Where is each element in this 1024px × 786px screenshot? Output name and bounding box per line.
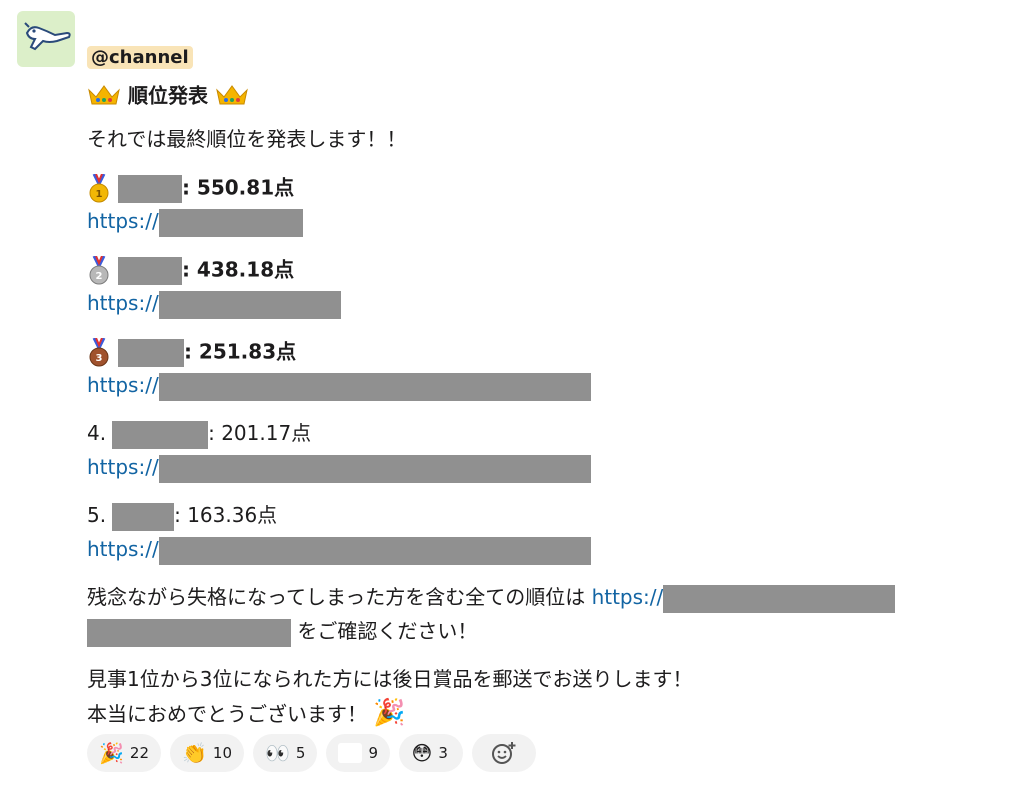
result-link[interactable]: https:// bbox=[87, 208, 303, 237]
score-text: : 438.18点 bbox=[181, 257, 295, 282]
redacted-url bbox=[87, 618, 291, 647]
rank-row: 2 : 438.18点 bbox=[87, 255, 295, 286]
notice-line: 残念ながら失格になってしまった方を含む全ての順位は https:// bbox=[87, 584, 896, 613]
reaction-count: 3 bbox=[438, 744, 448, 762]
reaction-custom[interactable]: 9 bbox=[326, 734, 391, 772]
score-text: : 201.17点 bbox=[208, 421, 312, 445]
reaction-bar: 🎉 22 👏 10 👀 5 9 😳 3 bbox=[87, 734, 537, 772]
bronze-medal-icon: 3 bbox=[87, 337, 111, 368]
redacted-name bbox=[117, 175, 182, 203]
rank-number: 5. bbox=[87, 503, 107, 527]
result-link[interactable]: https:// bbox=[87, 290, 341, 319]
redacted-url bbox=[158, 372, 591, 401]
rank-row: 3 : 251.83点 bbox=[87, 337, 297, 368]
reaction-count: 22 bbox=[129, 744, 149, 762]
party-popper-icon: 🎉 bbox=[373, 698, 406, 728]
reaction-count: 9 bbox=[368, 744, 378, 762]
title-line: 順位発表 bbox=[87, 82, 249, 112]
notice-text: 残念ながら失格になってしまった方を含む全ての順位は bbox=[87, 585, 586, 609]
ranking-link[interactable]: https:// bbox=[592, 585, 664, 609]
redacted-name bbox=[117, 257, 182, 285]
score-text: : 550.81点 bbox=[181, 175, 295, 200]
add-reaction-button[interactable] bbox=[472, 734, 537, 772]
redacted-name bbox=[117, 339, 184, 367]
score-text: : 163.36点 bbox=[174, 503, 278, 527]
crown-icon bbox=[215, 82, 249, 112]
closing-line-1: 見事1位から3位になられた方には後日賞品を郵送でお送りします！ bbox=[87, 667, 693, 691]
reaction-count: 5 bbox=[295, 744, 306, 762]
redacted-name bbox=[112, 420, 209, 449]
rank-number: 4. bbox=[87, 421, 107, 445]
clapping-hands-icon: 👏 bbox=[182, 741, 207, 765]
svg-text:1: 1 bbox=[96, 189, 103, 200]
mention-line: @channel bbox=[87, 43, 193, 71]
add-reaction-icon bbox=[492, 742, 516, 764]
result-link[interactable]: https:// bbox=[87, 536, 591, 565]
redacted-url bbox=[158, 208, 303, 237]
reaction-count: 10 bbox=[212, 744, 232, 762]
gold-medal-icon: 1 bbox=[87, 173, 111, 204]
rank-row: 5. : 163.36点 bbox=[87, 502, 277, 531]
reaction-flushed-face[interactable]: 😳 3 bbox=[399, 734, 464, 772]
result-link[interactable]: https:// bbox=[87, 454, 591, 483]
redacted-url bbox=[663, 584, 896, 613]
notice-suffix: をご確認ください！ bbox=[297, 619, 478, 643]
flushed-face-icon: 😳 bbox=[411, 741, 433, 765]
avatar[interactable] bbox=[17, 11, 75, 67]
notice-line-2: をご確認ください！ bbox=[87, 618, 477, 647]
dog-icon bbox=[24, 22, 71, 51]
rank-row: 4. : 201.17点 bbox=[87, 420, 311, 449]
party-popper-icon: 🎉 bbox=[99, 741, 124, 765]
closing-line-2: 本当におめでとうございます！ 🎉 bbox=[87, 698, 406, 728]
svg-text:2: 2 bbox=[96, 271, 103, 282]
intro-text: それでは最終順位を発表します！！ bbox=[87, 127, 407, 151]
silver-medal-icon: 2 bbox=[87, 255, 111, 286]
redacted-url bbox=[158, 290, 341, 319]
reaction-party-popper[interactable]: 🎉 22 bbox=[87, 734, 161, 772]
svg-text:3: 3 bbox=[96, 353, 103, 364]
redacted-url bbox=[158, 536, 591, 565]
score-text: : 251.83点 bbox=[183, 339, 297, 364]
eyes-icon: 👀 bbox=[265, 741, 290, 765]
channel-mention[interactable]: @channel bbox=[87, 46, 193, 69]
reaction-eyes[interactable]: 👀 5 bbox=[253, 734, 318, 772]
redacted-name bbox=[112, 502, 175, 531]
crown-icon bbox=[87, 82, 121, 112]
result-link[interactable]: https:// bbox=[87, 372, 591, 401]
blank-custom-emoji-icon bbox=[338, 743, 363, 763]
reaction-clapping-hands[interactable]: 👏 10 bbox=[170, 734, 244, 772]
redacted-url bbox=[158, 454, 591, 483]
rank-row: 1 : 550.81点 bbox=[87, 173, 295, 204]
page-title: 順位発表 bbox=[127, 83, 208, 108]
